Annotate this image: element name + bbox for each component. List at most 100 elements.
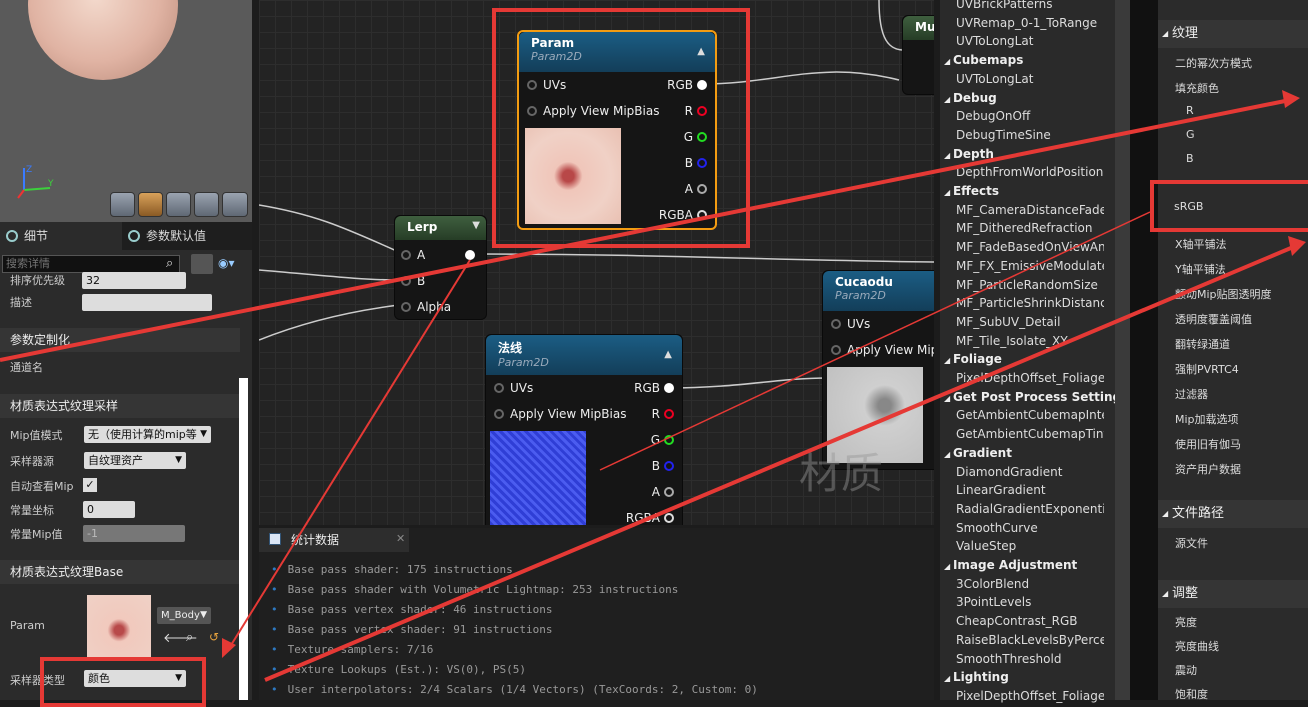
setting-item[interactable]: Mip加载选项	[1175, 411, 1239, 427]
cylinder-preview-button[interactable]	[110, 192, 135, 217]
pin-rgba[interactable]: RGBA	[659, 208, 707, 222]
setting-item[interactable]: 震动	[1175, 662, 1197, 678]
const-coord-field[interactable]: 0	[83, 501, 135, 518]
pin-b[interactable]: B	[652, 459, 674, 473]
palette-item[interactable]: PixelDepthOffset_Foliage	[956, 689, 1104, 703]
texture-asset-dropdown[interactable]: M_Body	[157, 607, 211, 624]
palette-item[interactable]: MF_CameraDistanceFade	[956, 203, 1104, 217]
texture-section-header[interactable]: 纹理	[1158, 20, 1308, 48]
section-sampler[interactable]: 材质表达式纹理采样	[0, 394, 240, 418]
browse-icon[interactable]: ⌕	[186, 630, 193, 645]
palette-category[interactable]: Cubemaps	[944, 53, 1023, 67]
setting-item[interactable]: 翻转绿通道	[1175, 336, 1230, 352]
details-scrollbar[interactable]	[239, 378, 248, 700]
setting-item[interactable]: 填充颜色	[1175, 80, 1219, 96]
view-options-button[interactable]	[191, 254, 213, 274]
pin-b[interactable]: B	[685, 156, 707, 170]
material-graph[interactable]: Param Param2D ▲ UVs Apply View MipBias RG…	[259, 0, 934, 525]
lerp-node[interactable]: Lerp ▼ A B Alpha	[394, 215, 487, 320]
pin-a[interactable]: A	[652, 485, 674, 499]
pin-r[interactable]: R	[652, 407, 674, 421]
setting-item[interactable]: 使用旧有伽马	[1175, 436, 1241, 452]
palette-item[interactable]: 3PointLevels	[956, 595, 1104, 609]
section-param-custom[interactable]: 参数定制化	[0, 328, 240, 352]
palette-item[interactable]: RadialGradientExponentia	[956, 502, 1104, 516]
palette-item[interactable]: MF_ParticleShrinkDistanc	[956, 296, 1104, 310]
pin-rgb[interactable]: RGB	[667, 78, 707, 92]
palette-item[interactable]: RaiseBlackLevelsByPerce	[956, 633, 1104, 647]
setting-item[interactable]: G	[1186, 128, 1195, 141]
palette-item[interactable]: UVRemap_0-1_ToRange	[956, 16, 1104, 30]
sampler-source-dropdown[interactable]: 自纹理资产	[84, 452, 186, 469]
priority-field[interactable]: 32	[82, 272, 186, 289]
palette-item[interactable]: DebugTimeSine	[956, 128, 1104, 142]
palette-item[interactable]: SmoothCurve	[956, 521, 1104, 535]
setting-item[interactable]: B	[1186, 152, 1194, 165]
sphere-preview-button[interactable]	[138, 192, 163, 217]
palette-category[interactable]: Gradient	[944, 446, 1012, 460]
mip-mode-dropdown[interactable]: 无（使用计算的mip等	[84, 426, 211, 443]
pin-r[interactable]: R	[685, 104, 707, 118]
pin-mipbias[interactable]: Apply View Mip	[831, 343, 934, 357]
srgb-setting[interactable]: sRGB	[1174, 200, 1203, 213]
preview-viewport[interactable]: Z Y	[0, 0, 252, 222]
section-base[interactable]: 材质表达式纹理Base	[0, 560, 240, 584]
palette-item[interactable]: SmoothThreshold	[956, 652, 1104, 666]
palette-item[interactable]: CheapContrast_RGB	[956, 614, 1104, 628]
palette-category[interactable]: Image Adjustment	[944, 558, 1077, 572]
path-section-header[interactable]: 文件路径	[1158, 500, 1308, 528]
palette-category[interactable]: Get Post Process Setting	[944, 390, 1121, 404]
palette-item[interactable]: MF_Tile_Isolate_XY	[956, 334, 1104, 348]
pin-uvs[interactable]: UVs	[831, 317, 870, 331]
setting-item[interactable]: 透明度覆盖阈值	[1175, 311, 1252, 327]
palette-item[interactable]: UVToLongLat	[956, 72, 1104, 86]
pin-rgb[interactable]: RGB	[634, 381, 674, 395]
setting-item[interactable]: 亮度曲线	[1175, 638, 1219, 654]
palette-item[interactable]: MF_FX_EmissiveModulate	[956, 259, 1104, 273]
close-icon[interactable]: ✕	[396, 532, 405, 545]
palette-item[interactable]: MF_DitheredRefraction	[956, 221, 1104, 235]
collapse-icon[interactable]: ▲	[697, 46, 705, 57]
palette-item[interactable]: GetAmbientCubemapInter	[956, 408, 1104, 422]
tab-details[interactable]: 细节	[0, 222, 122, 250]
pin-b[interactable]: B	[401, 274, 425, 288]
collapse-icon[interactable]: ▲	[664, 349, 672, 360]
setting-item[interactable]: 颤动Mip贴图透明度	[1175, 286, 1272, 302]
palette-item[interactable]: LinearGradient	[956, 483, 1104, 497]
setting-item[interactable]: 强制PVRTC4	[1175, 361, 1239, 377]
tab-param-defaults[interactable]: 参数默认值	[122, 222, 244, 250]
reset-icon[interactable]: ↺	[209, 630, 219, 644]
palette-item[interactable]: DebugOnOff	[956, 109, 1104, 123]
pin-mipbias[interactable]: Apply View MipBias	[494, 407, 626, 421]
palette-item[interactable]: DepthFromWorldPosition	[956, 165, 1104, 179]
pin-rgba[interactable]: RGBA	[626, 511, 674, 525]
sampler-type-dropdown[interactable]: 颜色	[84, 670, 186, 687]
palette-item[interactable]: DiamondGradient	[956, 465, 1104, 479]
pin-a[interactable]: A	[685, 182, 707, 196]
custom-mesh-preview-button[interactable]	[222, 192, 248, 217]
texture-thumbnail[interactable]	[87, 595, 151, 659]
pin-g[interactable]: G	[651, 433, 674, 447]
palette-category[interactable]: Effects	[944, 184, 999, 198]
cube-preview-button[interactable]	[194, 192, 219, 217]
pin-mipbias[interactable]: Apply View MipBias	[527, 104, 659, 118]
palette-item[interactable]: MF_SubUV_Detail	[956, 315, 1104, 329]
palette-item[interactable]: 3ColorBlend	[956, 577, 1104, 591]
pin-a[interactable]: A	[401, 248, 425, 262]
palette-item[interactable]: ValueStep	[956, 539, 1104, 553]
setting-item[interactable]: 过滤器	[1175, 386, 1208, 402]
param-node[interactable]: Param Param2D ▲ UVs Apply View MipBias RG…	[517, 30, 717, 230]
palette-category[interactable]: Lighting	[944, 670, 1009, 684]
palette-scrollbar[interactable]	[1115, 0, 1130, 700]
setting-item[interactable]: X轴平铺法	[1175, 236, 1227, 252]
source-file-item[interactable]: 源文件	[1175, 535, 1208, 551]
setting-item[interactable]: R	[1186, 104, 1194, 117]
palette-item[interactable]: PixelDepthOffset_Foliage	[956, 371, 1104, 385]
pin-g[interactable]: G	[684, 130, 707, 144]
multiply-node[interactable]: Mu	[902, 15, 934, 95]
output-pin[interactable]	[465, 250, 475, 260]
eye-icon[interactable]: ◉▾	[218, 256, 235, 270]
const-mip-field[interactable]: -1	[83, 525, 185, 542]
setting-item[interactable]: Y轴平铺法	[1175, 261, 1226, 277]
plane-preview-button[interactable]	[166, 192, 191, 217]
